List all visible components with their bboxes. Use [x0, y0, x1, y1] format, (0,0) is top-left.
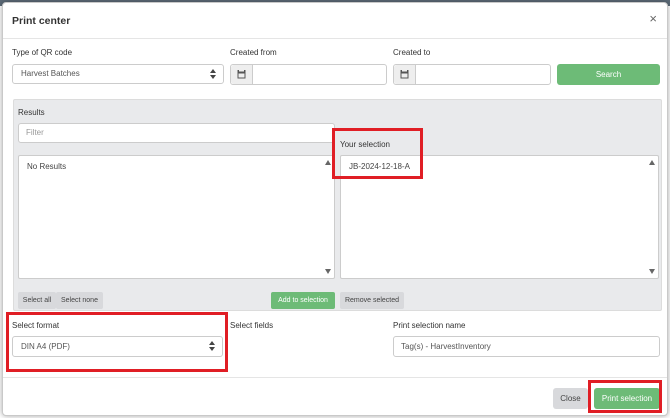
results-label: Results	[18, 108, 45, 117]
your-selection-label: Your selection	[340, 140, 390, 149]
created-to-field[interactable]	[393, 64, 551, 85]
no-results-text: No Results	[27, 162, 67, 171]
add-to-selection-button[interactable]: Add to selection	[271, 292, 335, 309]
print-name-label: Print selection name	[393, 321, 466, 330]
select-fields-label: Select fields	[230, 321, 274, 330]
select-all-button[interactable]: Select all	[18, 292, 56, 309]
search-button[interactable]: Search	[557, 64, 660, 85]
calendar-icon[interactable]	[231, 65, 253, 84]
results-panel: Results Filter Your selection No Results…	[13, 99, 662, 311]
format-select[interactable]: DIN A4 (PDF)	[12, 336, 223, 357]
close-icon[interactable]: ×	[649, 12, 657, 25]
scroll-down-arrow[interactable]	[325, 269, 331, 274]
filter-input[interactable]: Filter	[18, 123, 335, 143]
created-to-label: Created to	[393, 48, 431, 57]
footer-divider	[3, 377, 667, 378]
format-value: DIN A4 (PDF)	[21, 342, 70, 351]
select-format-label: Select format	[12, 321, 60, 330]
qr-type-select[interactable]: Harvest Batches	[12, 64, 224, 84]
sort-caret-icon	[209, 341, 215, 351]
selection-list[interactable]: JB-2024-12-18-A	[340, 155, 659, 279]
print-name-input[interactable]: Tag(s) - HarvestInventory	[393, 336, 660, 357]
created-from-label: Created from	[230, 48, 277, 57]
list-item[interactable]: JB-2024-12-18-A	[349, 162, 410, 171]
filter-placeholder: Filter	[26, 128, 44, 137]
calendar-icon[interactable]	[394, 65, 416, 84]
close-button[interactable]: Close	[553, 388, 588, 409]
print-selection-button[interactable]: Print selection	[594, 388, 660, 409]
modal-header: Print center ×	[3, 3, 667, 39]
sort-caret-icon	[210, 69, 216, 79]
print-center-modal: Print center × Type of QR code Created f…	[2, 2, 668, 416]
select-none-button[interactable]: Select none	[56, 292, 103, 309]
qr-type-label: Type of QR code	[12, 48, 73, 57]
modal-title: Print center	[12, 15, 71, 27]
remove-selected-button[interactable]: Remove selected	[340, 292, 404, 309]
qr-type-value: Harvest Batches	[21, 69, 80, 78]
results-list[interactable]: No Results	[18, 155, 335, 279]
print-name-value: Tag(s) - HarvestInventory	[401, 342, 491, 351]
scroll-down-arrow[interactable]	[649, 269, 655, 274]
scroll-up-arrow[interactable]	[325, 160, 331, 165]
scroll-up-arrow[interactable]	[649, 160, 655, 165]
created-from-field[interactable]	[230, 64, 387, 85]
